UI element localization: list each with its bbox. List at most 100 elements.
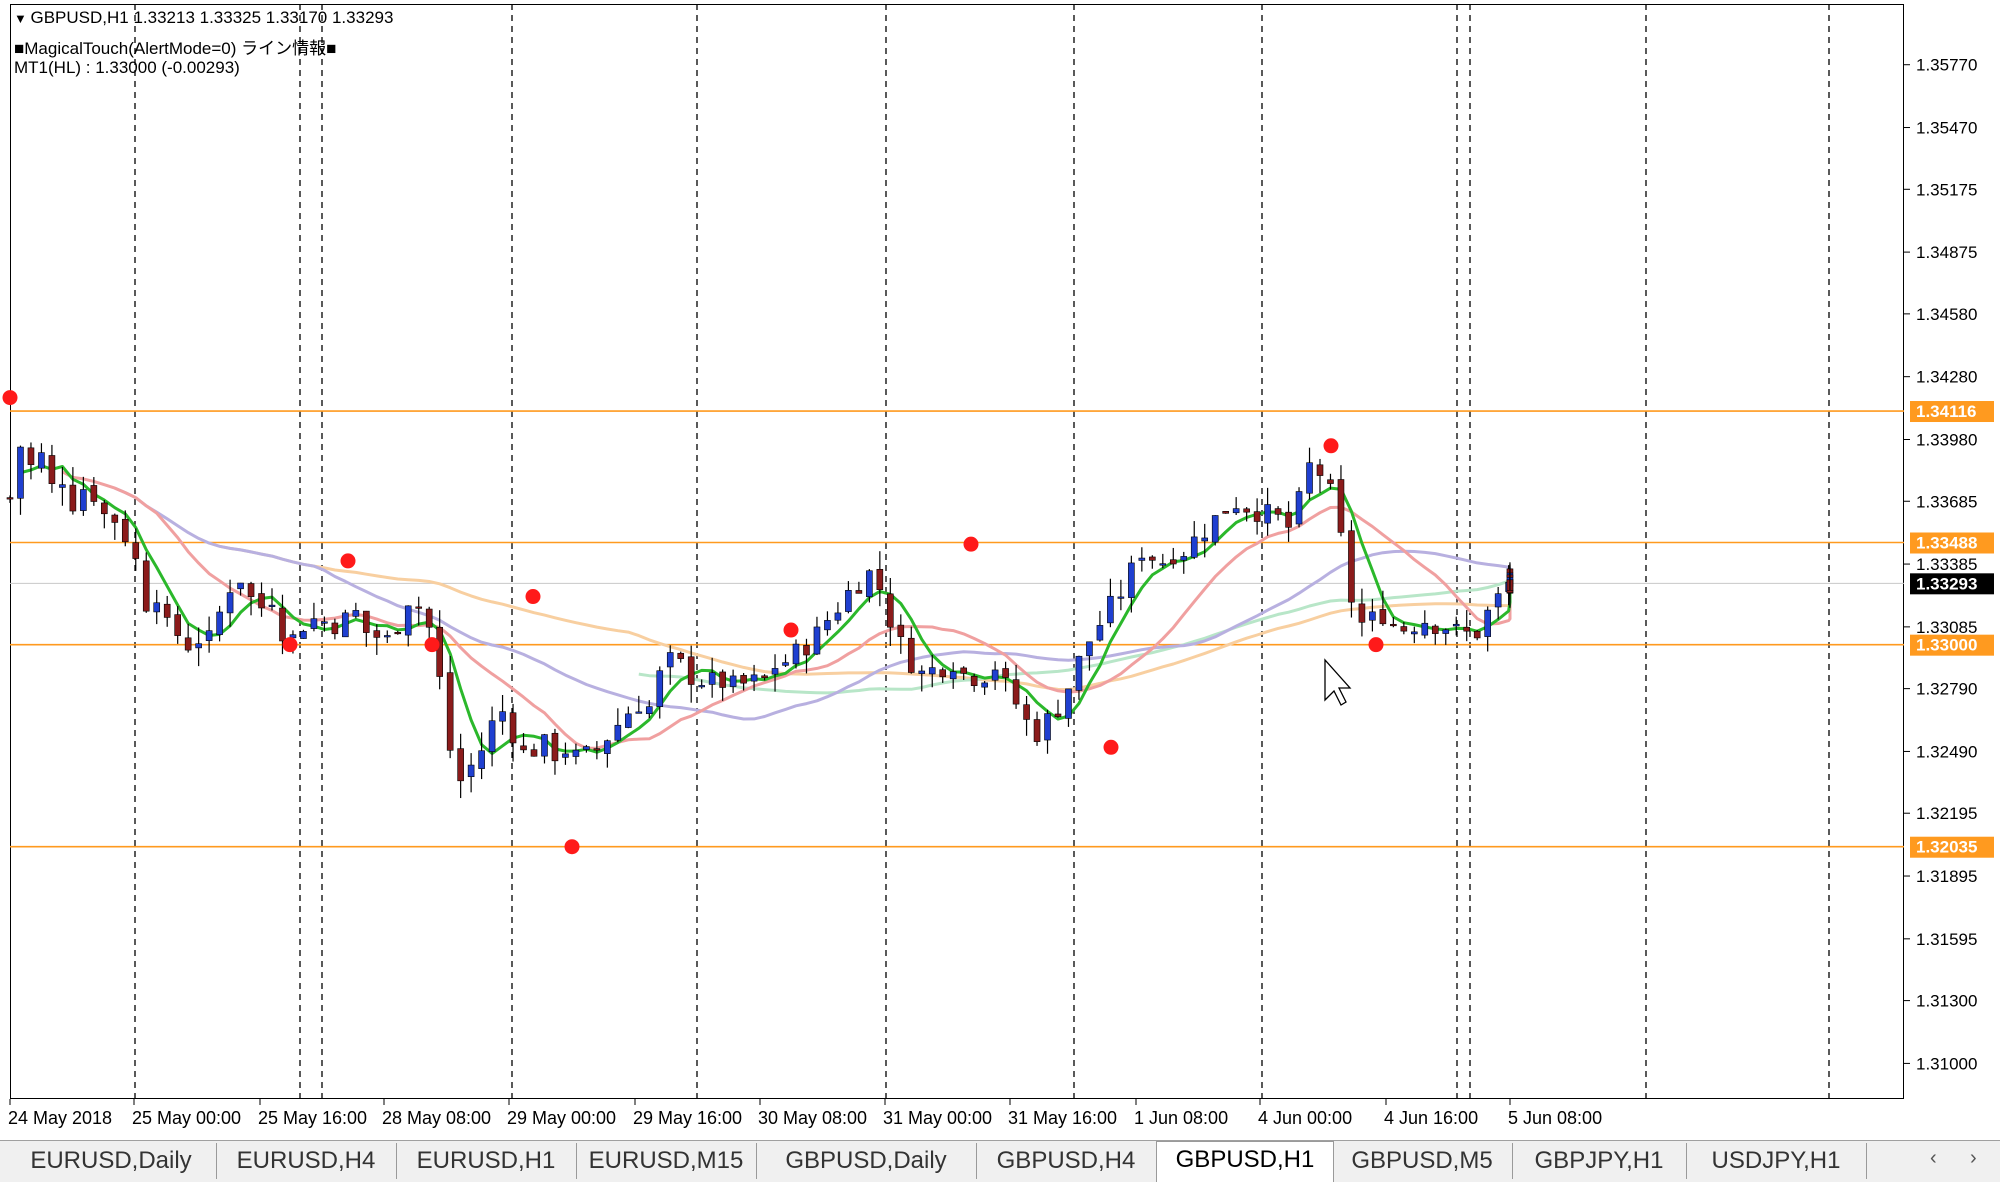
candle-body-112 [1180, 556, 1188, 561]
candle-body-36 [383, 635, 391, 638]
time-tick-label-0: 24 May 2018 [8, 1108, 112, 1128]
tab-eurusd-h1[interactable]: EURUSD,H1 [396, 1143, 577, 1179]
swing-point-3 [424, 637, 440, 653]
symbol-info-text: GBPUSD,H1 1.33213 1.33325 1.33170 1.3329… [30, 8, 394, 27]
tab-gbpusd-h4[interactable]: GBPUSD,H4 [976, 1143, 1157, 1179]
candle-body-8 [90, 485, 98, 502]
candle-body-138 [1452, 623, 1460, 627]
time-tick-label-3: 28 May 08:00 [382, 1108, 491, 1128]
price-tick-label-1: 1.35470 [1916, 119, 1977, 138]
candle-body-62 [656, 670, 664, 707]
candle-body-116 [1222, 511, 1229, 514]
candle-body-98 [1033, 719, 1041, 742]
swing-point-2 [340, 553, 356, 569]
mt1-info-line: MT1(HL) : 1.33000 (-0.00293) [14, 58, 240, 77]
candle-body-68 [719, 671, 726, 688]
tab-next-icon[interactable]: › [1970, 1147, 1977, 1170]
price-tick-label-7: 1.33685 [1916, 492, 1977, 511]
candle-body-94 [991, 669, 999, 681]
candle-body-105 [1107, 595, 1114, 624]
candle-body-93 [981, 682, 988, 688]
candle-body-69 [729, 675, 737, 687]
candle-body-96 [1012, 679, 1020, 705]
candle-body-101 [1065, 688, 1072, 719]
candle-body-70 [740, 675, 747, 684]
tab-prev-icon[interactable]: ‹ [1930, 1147, 1937, 1170]
candle-body-14 [153, 602, 161, 613]
candle-body-81 [855, 590, 863, 594]
level-price-text-1: 1.33488 [1916, 533, 1977, 552]
candle-body-90 [949, 671, 957, 680]
candle-body-64 [677, 652, 685, 659]
candle-body-45 [478, 750, 485, 769]
candle-body-57 [604, 740, 611, 754]
tab-gbpusd-daily[interactable]: GBPUSD,Daily [756, 1143, 977, 1179]
candle-body-142 [1494, 593, 1502, 608]
time-tick-label-10: 4 Jun 00:00 [1258, 1108, 1352, 1128]
price-tick-label-16: 1.31000 [1916, 1054, 1977, 1073]
candle-body-2 [27, 447, 35, 465]
candle-body-129 [1358, 603, 1366, 623]
candle-body-128 [1348, 530, 1355, 603]
candle-body-109 [1149, 556, 1156, 561]
candle-body-47 [499, 711, 506, 722]
candle-body-84 [887, 593, 894, 628]
candle-body-119 [1253, 511, 1261, 522]
price-tick-label-15: 1.31300 [1916, 992, 1977, 1011]
candle-body-83 [876, 569, 884, 590]
candle-body-65 [687, 656, 695, 685]
tab-gbpusd-h1[interactable]: GBPUSD,H1 [1156, 1141, 1334, 1182]
mouse-cursor-icon [1324, 658, 1352, 706]
candle-body-136 [1431, 625, 1439, 634]
time-tick-label-11: 4 Jun 16:00 [1384, 1108, 1478, 1128]
tab-gbpusd-m5[interactable]: GBPUSD,M5 [1332, 1143, 1513, 1179]
collapse-triangle-icon[interactable]: ▼ [14, 11, 30, 26]
time-tick-label-9: 1 Jun 08:00 [1134, 1108, 1228, 1128]
symbol-info-line[interactable]: ▼ GBPUSD,H1 1.33213 1.33325 1.33170 1.33… [14, 8, 393, 28]
ma-fast-line [20, 464, 1512, 755]
candle-body-61 [645, 706, 653, 715]
candle-body-133 [1400, 626, 1408, 632]
candle-body-95 [1002, 668, 1009, 678]
candle-body-25 [268, 604, 276, 607]
candle-body-26 [279, 607, 286, 642]
chart-window[interactable]: 1.35770 1.35470 1.35175 1.34875 1.34580 1.342… [0, 0, 2000, 1140]
time-tick-label-4: 29 May 00:00 [507, 1108, 616, 1128]
candle-body-102 [1075, 655, 1083, 691]
price-tick-label-9: 1.33085 [1916, 618, 1977, 637]
tab-eurusd-m15[interactable]: EURUSD,M15 [576, 1143, 757, 1179]
candle-body-38 [404, 605, 412, 636]
candle-body-91 [960, 667, 967, 674]
price-tick-label-14: 1.31595 [1916, 930, 1977, 949]
candle-body-135 [1421, 622, 1429, 636]
candle-body-124 [1306, 462, 1313, 494]
candle-body-9 [101, 502, 108, 515]
candle-body-86 [907, 637, 915, 673]
chart-tab-bar: EURUSD,Daily EURUSD,H4 EURUSD,H1 EURUSD,M15… [0, 1140, 2000, 1182]
candle-body-121 [1274, 508, 1282, 515]
candle-body-16 [174, 614, 181, 636]
candle-body-12 [132, 542, 140, 559]
candle-body-80 [845, 590, 852, 612]
candle-body-63 [666, 652, 674, 668]
time-tick-label-5: 29 May 16:00 [633, 1108, 742, 1128]
time-tick-label-12: 5 Jun 08:00 [1508, 1108, 1602, 1128]
time-tick-label-2: 25 May 16:00 [258, 1108, 367, 1128]
candle-body-132 [1390, 623, 1397, 627]
price-tick-label-4: 1.34580 [1916, 305, 1977, 324]
tab-usdjpy-h1[interactable]: USDJPY,H1 [1686, 1143, 1867, 1179]
candle-body-20 [216, 611, 223, 635]
candle-body-134 [1411, 631, 1418, 635]
candle-body-123 [1295, 491, 1303, 525]
candle-body-50 [530, 749, 538, 757]
tab-eurusd-daily[interactable]: EURUSD,Daily [6, 1143, 217, 1179]
tab-gbpjpy-h1[interactable]: GBPJPY,H1 [1512, 1143, 1687, 1179]
candle-body-29 [310, 618, 318, 629]
swing-point-9 [1323, 438, 1339, 454]
candle-body-21 [226, 592, 234, 614]
candle-body-17 [184, 637, 192, 651]
candle-body-28 [300, 631, 307, 639]
candlestick-chart[interactable]: 1.35770 1.35470 1.35175 1.34875 1.34580 1.342… [0, 0, 2000, 1140]
tab-eurusd-h4[interactable]: EURUSD,H4 [216, 1143, 397, 1179]
candle-body-23 [247, 583, 255, 597]
